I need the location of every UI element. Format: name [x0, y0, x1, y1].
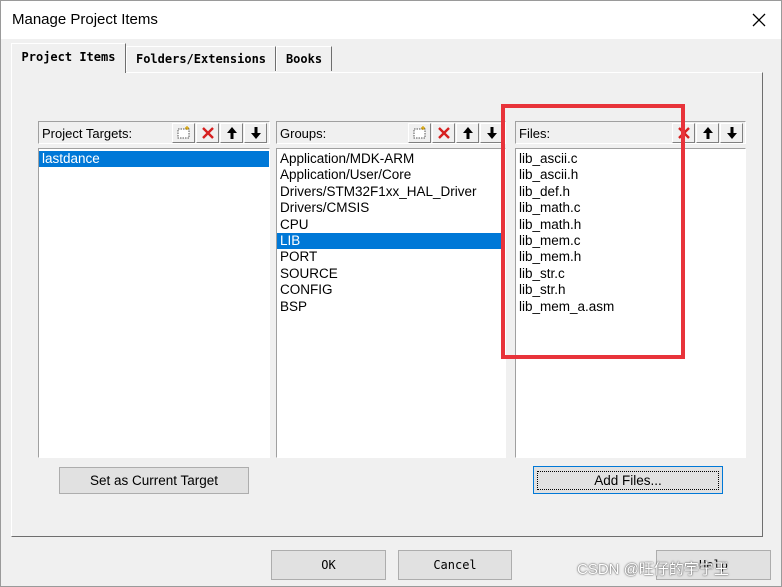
close-button[interactable]: [737, 1, 781, 39]
title-bar: Manage Project Items: [1, 1, 781, 39]
tab-label: Folders/Extensions: [135, 52, 267, 66]
files-list-item[interactable]: lib_ascii.h: [516, 167, 745, 183]
groups-title: Groups:: [280, 126, 327, 141]
files-toolbar: [671, 123, 743, 143]
project-targets-toolbar: [171, 123, 267, 143]
tab-folders-extensions[interactable]: Folders/Extensions: [126, 46, 276, 71]
move-down-icon: [726, 127, 737, 139]
groups-header: Groups:: [276, 121, 506, 144]
groups-list-item[interactable]: CPU: [277, 217, 505, 233]
files-list-item[interactable]: lib_mem.c: [516, 233, 745, 249]
targets-list-item[interactable]: lastdance: [39, 151, 269, 168]
new-icon: [413, 126, 426, 139]
groups-toolbar: [407, 123, 503, 143]
move-down-icon: [250, 127, 261, 139]
move-target-down-button[interactable]: [244, 123, 267, 143]
delete-icon: [677, 127, 690, 139]
move-file-down-button[interactable]: [720, 123, 743, 143]
set-as-current-target-button[interactable]: Set as Current Target: [59, 467, 249, 494]
files-list-item[interactable]: lib_def.h: [516, 184, 745, 200]
delete-target-button[interactable]: [196, 123, 219, 143]
cancel-button[interactable]: Cancel: [398, 550, 512, 580]
close-icon: [752, 13, 766, 27]
groups-list-item[interactable]: SOURCE: [277, 266, 505, 282]
files-title: Files:: [519, 126, 551, 141]
files-listbox: Files: lib_ascii.c lib_ascii.h lib_def.h li…: [515, 121, 746, 458]
tab-label: Project Items: [21, 50, 116, 64]
files-list-item[interactable]: lib_mem_a.asm: [516, 299, 745, 315]
ok-label: OK: [321, 558, 336, 572]
move-target-up-button[interactable]: [220, 123, 243, 143]
files-list-item[interactable]: lib_str.h: [516, 282, 745, 298]
project-targets-header: Project Targets:: [38, 121, 270, 144]
move-up-icon: [462, 127, 473, 139]
cancel-label: Cancel: [433, 558, 477, 572]
ok-button[interactable]: OK: [271, 550, 386, 580]
move-up-icon: [226, 127, 237, 139]
delete-group-button[interactable]: [432, 123, 455, 143]
add-files-label: Add Files...: [537, 470, 719, 490]
new-group-button[interactable]: [408, 123, 431, 143]
groups-list-item[interactable]: LIB: [277, 232, 505, 250]
files-list-item[interactable]: lib_math.h: [516, 217, 745, 233]
files-list[interactable]: lib_ascii.c lib_ascii.h lib_def.h lib_math.…: [515, 148, 746, 458]
move-group-down-button[interactable]: [480, 123, 503, 143]
manage-project-items-dialog: Manage Project Items Project Items Folde…: [0, 0, 782, 587]
watermark: CSDN @旺仔的宇宁王: [577, 561, 729, 578]
groups-list-item[interactable]: Application/MDK-ARM: [277, 151, 505, 167]
files-list-item[interactable]: lib_mem.h: [516, 249, 745, 265]
tab-books[interactable]: Books: [276, 46, 332, 71]
new-target-button[interactable]: [172, 123, 195, 143]
groups-list-item[interactable]: CONFIG: [277, 282, 505, 298]
groups-list-item[interactable]: PORT: [277, 249, 505, 265]
delete-icon: [437, 127, 450, 139]
project-targets-listbox: Project Targets: lastdance: [38, 121, 270, 458]
tab-label: Books: [285, 52, 323, 66]
files-header: Files:: [515, 121, 746, 144]
move-group-up-button[interactable]: [456, 123, 479, 143]
delete-icon: [201, 127, 214, 139]
delete-file-button[interactable]: [672, 123, 695, 143]
files-list-item[interactable]: lib_ascii.c: [516, 151, 745, 167]
move-file-up-button[interactable]: [696, 123, 719, 143]
project-targets-title: Project Targets:: [42, 126, 133, 141]
groups-list[interactable]: Application/MDK-ARM Application/User/Core…: [276, 148, 506, 458]
files-list-item[interactable]: lib_math.c: [516, 200, 745, 216]
groups-list-item[interactable]: Application/User/Core: [277, 167, 505, 183]
move-up-icon: [702, 127, 713, 139]
add-files-button[interactable]: Add Files...: [533, 466, 723, 494]
project-targets-list[interactable]: lastdance: [38, 148, 270, 458]
files-list-item[interactable]: lib_str.c: [516, 266, 745, 282]
move-down-icon: [486, 127, 497, 139]
groups-listbox: Groups: Application/MDK-ARM Application/U…: [276, 121, 506, 458]
dialog-title: Manage Project Items: [12, 11, 158, 28]
new-icon: [177, 126, 190, 139]
groups-list-item[interactable]: Drivers/CMSIS: [277, 200, 505, 216]
tab-project-items[interactable]: Project Items: [11, 43, 126, 73]
groups-list-item[interactable]: BSP: [277, 299, 505, 315]
set-as-current-target-label: Set as Current Target: [89, 473, 219, 488]
groups-list-item[interactable]: Drivers/STM32F1xx_HAL_Driver: [277, 184, 505, 200]
